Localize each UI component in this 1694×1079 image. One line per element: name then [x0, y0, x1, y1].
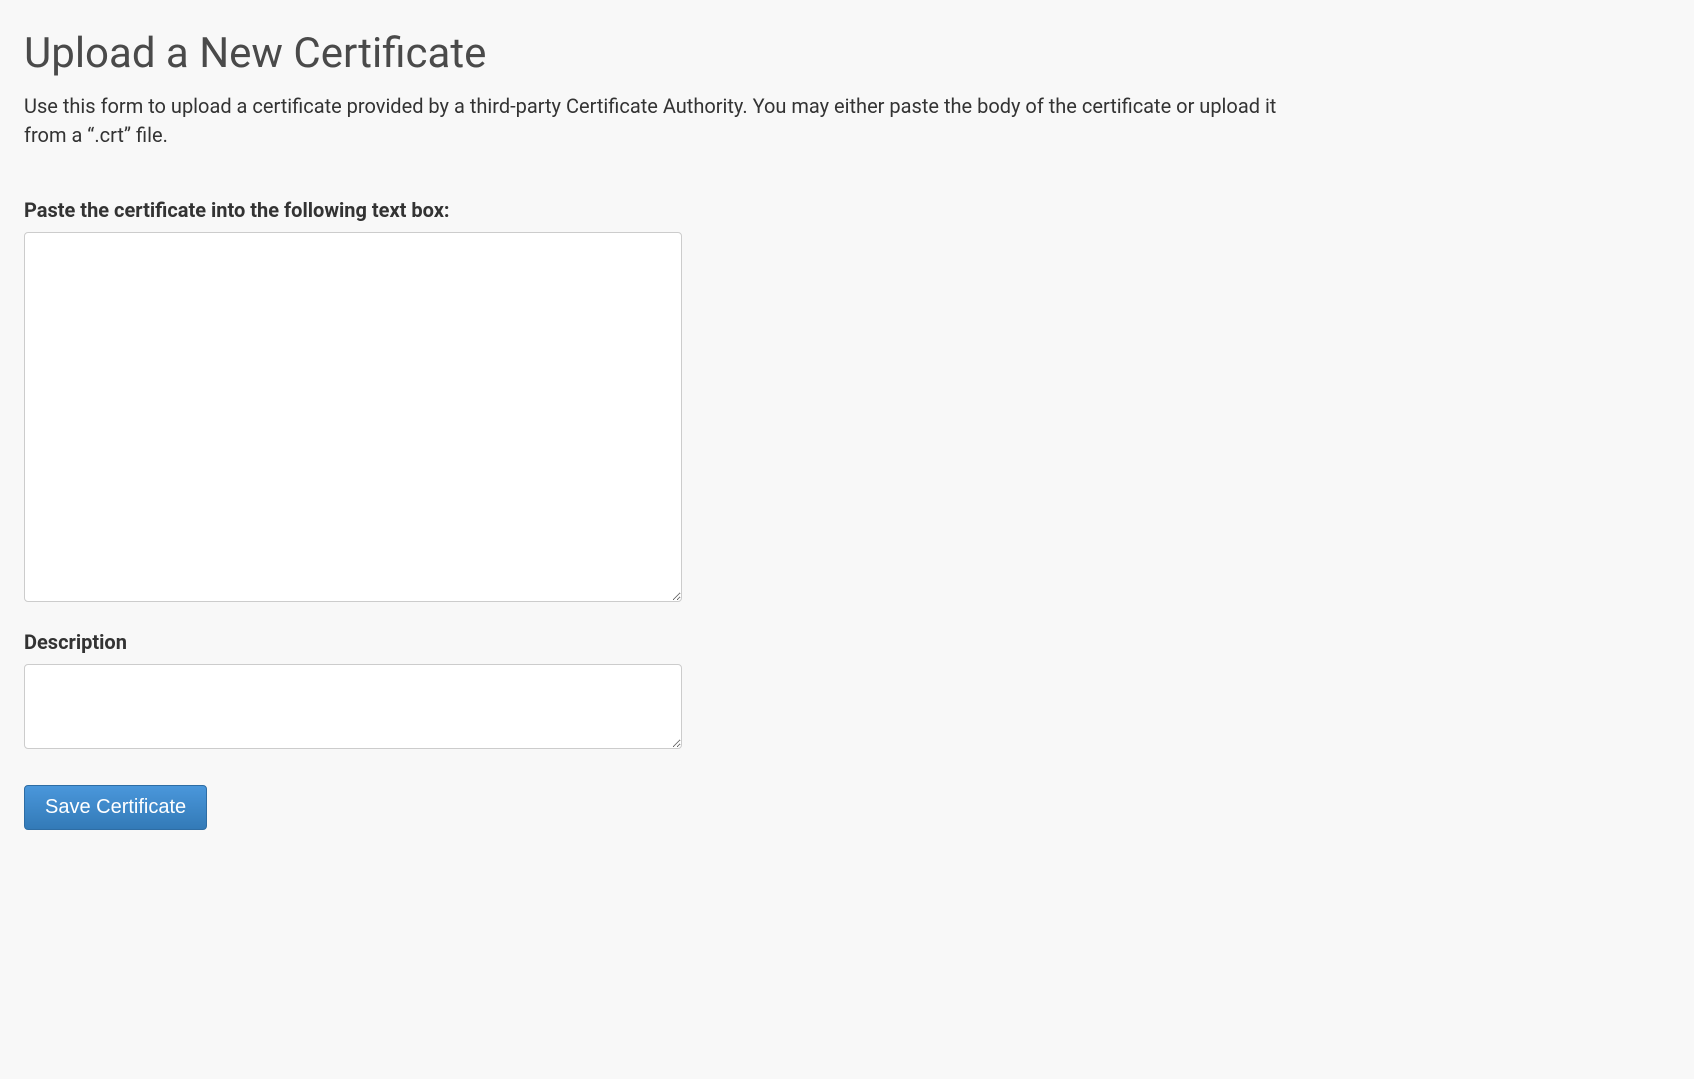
description-field-group: Description: [24, 630, 1670, 753]
page-description: Use this form to upload a certificate pr…: [24, 92, 1304, 150]
description-label: Description: [24, 630, 1670, 654]
description-textarea[interactable]: [24, 664, 682, 749]
save-certificate-button[interactable]: Save Certificate: [24, 785, 207, 830]
certificate-label: Paste the certificate into the following…: [24, 198, 1670, 222]
certificate-field-group: Paste the certificate into the following…: [24, 198, 1670, 606]
page-title: Upload a New Certificate: [24, 30, 1670, 78]
certificate-textarea[interactable]: [24, 232, 682, 602]
